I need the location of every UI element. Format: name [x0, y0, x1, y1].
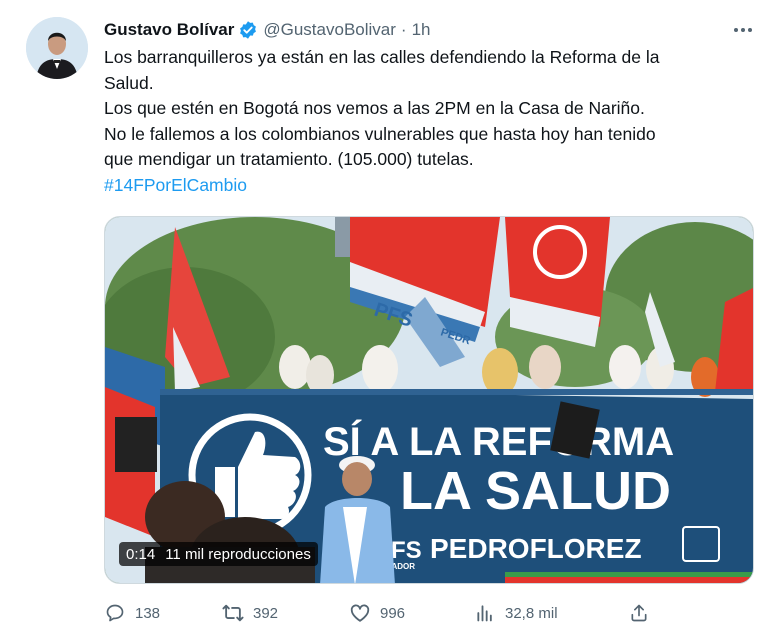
- separator-dot: ·: [400, 20, 407, 39]
- tweet-text-line: que mendigar un tratamiento. (105.000) t…: [104, 149, 474, 169]
- share-icon: [628, 602, 650, 624]
- video-thumbnail: PFS PEDR SÍ A LA REFORMA LA SALUD PFS SE…: [105, 217, 753, 583]
- tweet-text-line: Los que estén en Bogotá nos vemos a las …: [104, 98, 645, 118]
- video-info-badge: 0:14 11 mil reproducciones: [119, 542, 318, 566]
- share-button[interactable]: [628, 600, 650, 626]
- view-count: 32,8 mil: [505, 604, 558, 622]
- banner-line-1: SÍ A LA REFORMA: [323, 419, 674, 464]
- retweet-button[interactable]: 392: [222, 600, 278, 626]
- verified-badge-icon: [238, 20, 258, 40]
- video-duration: 0:14: [126, 545, 156, 563]
- more-options-icon[interactable]: [729, 18, 757, 42]
- retweet-icon: [222, 602, 244, 624]
- like-icon: [349, 602, 371, 624]
- hashtag-link[interactable]: #14FPorElCambio: [104, 173, 744, 199]
- avatar[interactable]: [26, 17, 88, 79]
- tweet-header: Gustavo Bolívar @GustavoBolivar · 1h: [104, 19, 431, 41]
- tweet: Gustavo Bolívar @GustavoBolivar · 1h Los…: [0, 0, 775, 637]
- views-icon: [474, 602, 496, 624]
- reply-count: 138: [135, 604, 161, 622]
- author-handle[interactable]: @GustavoBolivar: [263, 20, 396, 40]
- reply-button[interactable]: 138: [104, 600, 160, 626]
- like-button[interactable]: 996: [349, 600, 405, 626]
- retweet-count: 392: [253, 604, 279, 622]
- tweet-text: Los barranquilleros ya están en las call…: [104, 45, 744, 198]
- author-name[interactable]: Gustavo Bolívar: [104, 20, 234, 40]
- tweet-actions-bar: 138 392 996 32,8 mil: [104, 600, 754, 626]
- reply-icon: [104, 602, 126, 624]
- like-count: 996: [380, 604, 406, 622]
- banner-brand-name: PEDROFLOREZ: [430, 533, 642, 564]
- tweet-timestamp[interactable]: 1h: [412, 20, 431, 40]
- tweet-text-line: No le fallemos a los colombianos vulnera…: [104, 123, 656, 144]
- views-button[interactable]: 32,8 mil: [474, 600, 558, 626]
- tweet-text-line: Los barranquilleros ya están en las call…: [104, 47, 660, 67]
- banner-line-2: LA SALUD: [400, 461, 671, 521]
- video-view-count: 11 mil reproducciones: [165, 545, 311, 563]
- video-player[interactable]: PFS PEDR SÍ A LA REFORMA LA SALUD PFS SE…: [104, 216, 754, 584]
- tweet-text-line: Salud.: [104, 72, 154, 93]
